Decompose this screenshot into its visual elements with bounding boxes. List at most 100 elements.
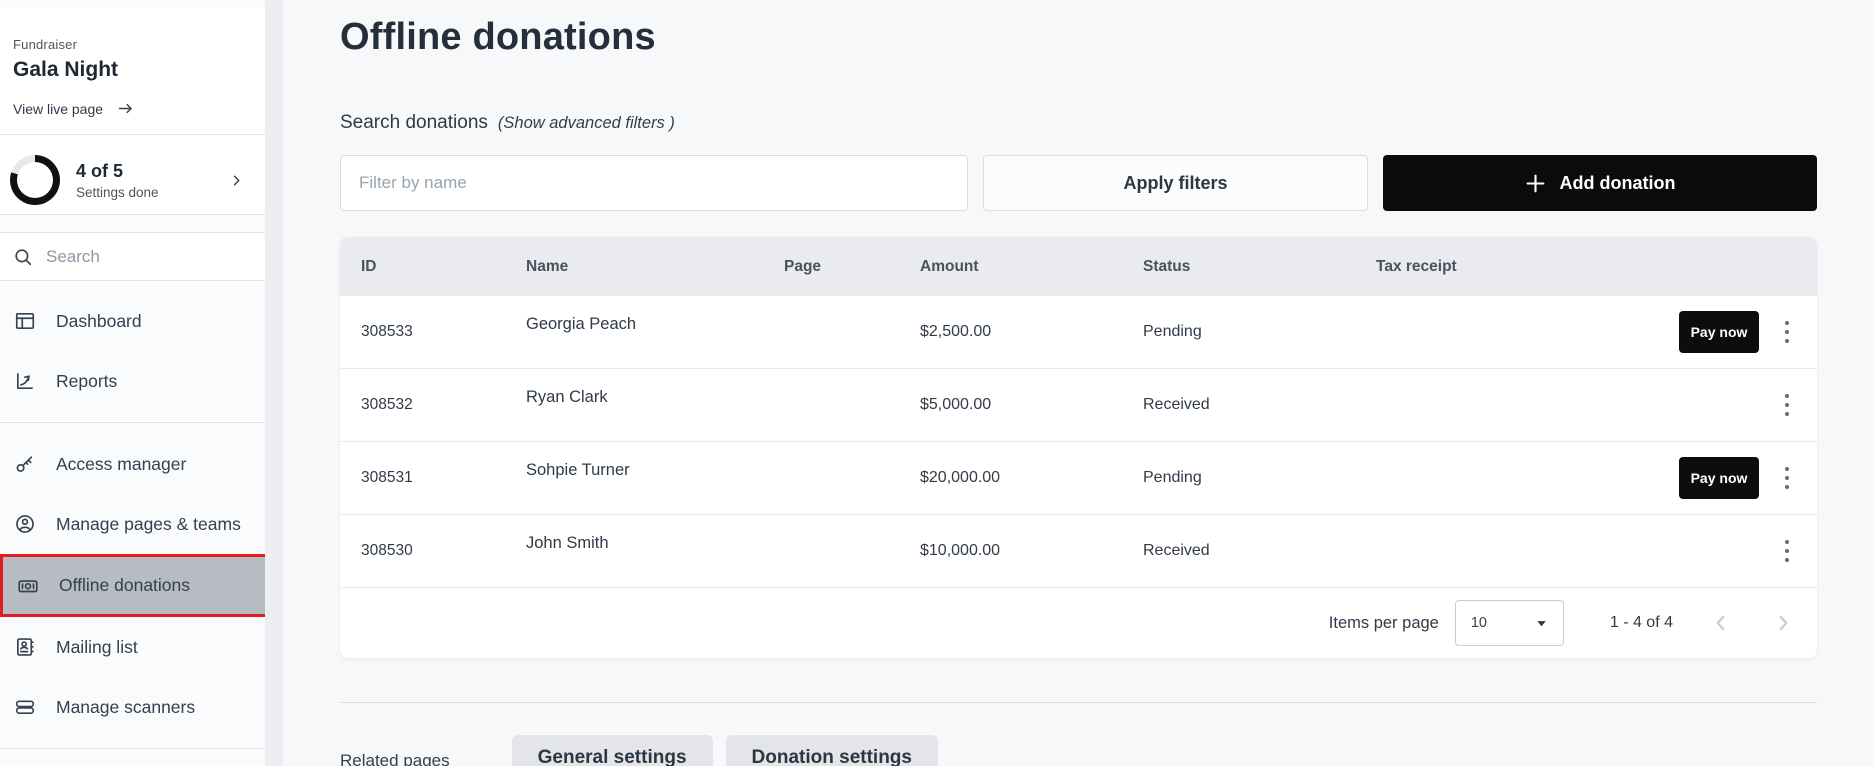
donation-settings-button[interactable]: Donation settings: [726, 735, 938, 766]
cell-name: Ryan Clark: [526, 388, 784, 407]
items-per-page-value: 10: [1471, 615, 1487, 631]
sidebar-search: [0, 232, 265, 281]
sidebar-item-label: Manage pages & teams: [56, 514, 241, 535]
progress-label: Settings done: [76, 185, 230, 200]
sidebar-item-label: Access manager: [56, 454, 186, 475]
cell-actions: Pay now: [1647, 384, 1797, 426]
person-circle-icon: [14, 513, 36, 535]
divider: [340, 702, 1817, 703]
settings-progress[interactable]: 4 of 5 Settings done: [10, 149, 255, 211]
search-donations-label: Search donations: [340, 112, 488, 133]
add-donation-button[interactable]: Add donation: [1383, 155, 1817, 211]
cell-status: Received: [1143, 396, 1376, 414]
key-icon: [14, 453, 36, 475]
progress-ring: [10, 155, 60, 205]
related-pages-label: Related pages: [340, 751, 450, 766]
scanner-icon: [14, 696, 36, 718]
progress-count: 4 of 5: [76, 161, 230, 182]
items-per-page-label: Items per page: [1329, 614, 1439, 633]
filter-row: Apply filters Add donation: [340, 155, 1817, 211]
row-menu-kebab-icon[interactable]: [1777, 534, 1797, 568]
sidebar-item-access-manager[interactable]: Access manager: [0, 434, 265, 494]
caret-down-icon: [1535, 617, 1548, 630]
pay-now-button[interactable]: Pay now: [1679, 457, 1759, 499]
cell-amount: $5,000.00: [920, 396, 1143, 414]
sidebar-search-input[interactable]: [46, 247, 236, 267]
banknote-icon: [17, 575, 39, 597]
dashboard-icon: [14, 310, 36, 332]
view-live-page-link[interactable]: View live page: [13, 100, 134, 117]
sidebar-item-dashboard[interactable]: Dashboard: [0, 291, 265, 351]
column-header-status: Status: [1143, 258, 1376, 276]
pagination-prev-icon[interactable]: [1707, 609, 1735, 637]
pagination-range: 1 - 4 of 4: [1610, 614, 1673, 632]
cell-amount: $10,000.00: [920, 542, 1143, 560]
table-pagination: Items per page 10 1 - 4 of 4: [340, 588, 1817, 658]
items-per-page-select[interactable]: 10: [1455, 600, 1564, 646]
column-header-page: Page: [784, 258, 920, 276]
column-header-tax-receipt: Tax receipt: [1376, 258, 1647, 276]
table-row: 308531 Sohpie Turner $20,000.00 Pending …: [340, 442, 1817, 515]
general-settings-button[interactable]: General settings: [512, 735, 713, 766]
filter-by-name-input[interactable]: [340, 155, 968, 211]
cell-actions: Pay now: [1647, 311, 1797, 353]
table-row: 308530 John Smith $10,000.00 Received Pa…: [340, 515, 1817, 588]
cell-id: 308533: [361, 323, 526, 341]
table-header-row: ID Name Page Amount Status Tax receipt: [340, 237, 1817, 296]
sidebar-item-reports[interactable]: Reports: [0, 351, 265, 411]
divider: [0, 134, 265, 135]
sidebar-item-label: Manage scanners: [56, 697, 195, 718]
cell-status: Pending: [1143, 323, 1376, 341]
sidebar-gutter: [265, 0, 283, 766]
plus-icon: [1525, 173, 1546, 194]
sidebar-item-manage-scanners[interactable]: Manage scanners: [0, 677, 265, 737]
sidebar-item-offline-donations[interactable]: Offline donations: [0, 554, 270, 617]
sidebar-item-mailing-list[interactable]: Mailing list: [0, 617, 265, 677]
table-row: 308532 Ryan Clark $5,000.00 Received Pay…: [340, 369, 1817, 442]
cell-id: 308530: [361, 542, 526, 560]
sidebar: Fundraiser Gala Night View live page 4 o…: [0, 0, 265, 766]
fundraiser-card: Fundraiser Gala Night View live page 4 o…: [0, 8, 265, 215]
table-row: 308533 Georgia Peach $2,500.00 Pending P…: [340, 296, 1817, 369]
sidebar-item-label: Offline donations: [59, 575, 190, 596]
sidebar-item-manage-pages-teams[interactable]: Manage pages & teams: [0, 494, 265, 554]
divider: [0, 748, 265, 749]
cell-id: 308532: [361, 396, 526, 414]
cell-name: Sohpie Turner: [526, 461, 784, 480]
add-donation-label: Add donation: [1560, 173, 1676, 194]
sidebar-item-label: Mailing list: [56, 637, 138, 658]
donations-table: ID Name Page Amount Status Tax receipt 3…: [340, 237, 1817, 658]
page-title: Offline donations: [340, 16, 656, 59]
related-pages-row: Related pages General settings Donation …: [340, 735, 1817, 766]
column-header-name: Name: [526, 258, 784, 276]
pagination-next-icon[interactable]: [1769, 609, 1797, 637]
sidebar-nav: Dashboard Reports Access manager Manage …: [0, 291, 265, 760]
cell-status: Received: [1143, 542, 1376, 560]
chevron-right-icon: [230, 174, 243, 187]
search-icon: [12, 246, 34, 268]
cell-name: John Smith: [526, 534, 784, 553]
cell-status: Pending: [1143, 469, 1376, 487]
fundraiser-label: Fundraiser: [13, 37, 77, 52]
row-menu-kebab-icon[interactable]: [1777, 461, 1797, 495]
cell-name: Georgia Peach: [526, 315, 784, 334]
pay-now-button[interactable]: Pay now: [1679, 311, 1759, 353]
cell-actions: Pay now: [1647, 457, 1797, 499]
view-live-page-label: View live page: [13, 101, 103, 117]
address-book-icon: [14, 636, 36, 658]
donation-table-body: 308533 Georgia Peach $2,500.00 Pending P…: [340, 296, 1817, 588]
divider: [0, 422, 265, 423]
cell-id: 308531: [361, 469, 526, 487]
column-header-id: ID: [361, 258, 526, 276]
arrow-right-icon: [117, 100, 134, 117]
search-donations-line: Search donations (Show advanced filters ): [340, 112, 675, 134]
row-menu-kebab-icon[interactable]: [1777, 315, 1797, 349]
row-menu-kebab-icon[interactable]: [1777, 388, 1797, 422]
show-advanced-filters-link[interactable]: (Show advanced filters ): [498, 114, 675, 132]
fundraiser-name: Gala Night: [13, 58, 118, 82]
cell-amount: $2,500.00: [920, 323, 1143, 341]
cell-amount: $20,000.00: [920, 469, 1143, 487]
cell-actions: Pay now: [1647, 530, 1797, 572]
sidebar-item-label: Reports: [56, 371, 117, 392]
apply-filters-button[interactable]: Apply filters: [983, 155, 1368, 211]
